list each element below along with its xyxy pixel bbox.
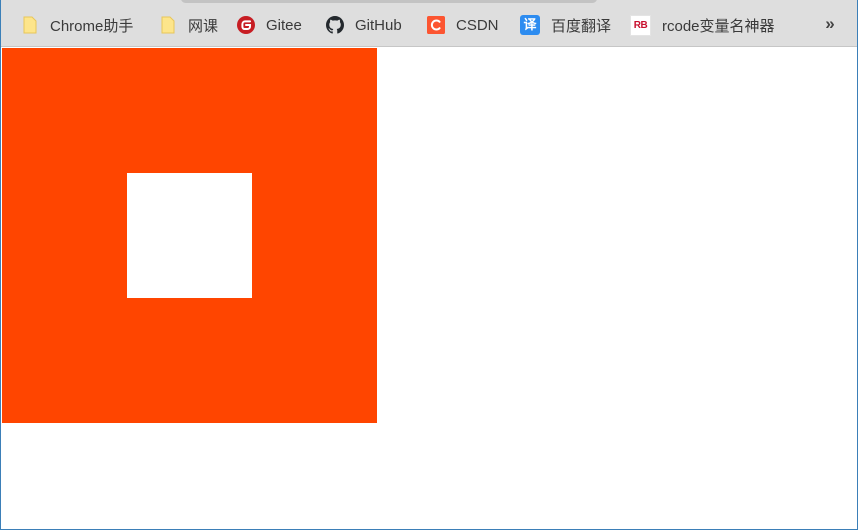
toolbar-edge xyxy=(181,0,597,3)
bookmark-label: 百度翻译 xyxy=(551,17,612,35)
bookmark-label: Gitee xyxy=(266,16,302,34)
bookmark-baidu-translate[interactable]: 译 百度翻译 xyxy=(520,12,611,38)
bookmark-rcode[interactable]: RB rcode变量名神器 xyxy=(630,12,775,38)
page-content xyxy=(1,48,857,529)
bookmark-csdn[interactable]: CSDN xyxy=(427,12,499,38)
github-icon xyxy=(326,16,344,34)
bookmarks-overflow-button[interactable]: » xyxy=(819,12,841,36)
outer-orange-box xyxy=(2,48,377,423)
bookmark-label: GitHub xyxy=(355,16,402,34)
bookmark-label: Chrome助手 xyxy=(50,17,134,35)
bookmark-wangke[interactable]: 网课 xyxy=(159,12,218,38)
inner-white-box xyxy=(127,173,252,298)
gitee-icon xyxy=(237,16,255,34)
bookmark-label: 网课 xyxy=(188,17,219,35)
folder-icon xyxy=(159,16,177,34)
rcode-icon: RB xyxy=(630,14,651,36)
csdn-icon xyxy=(427,16,445,34)
bookmarks-bar: Chrome助手 网课 Gitee GitHub CSDN 译 百度翻译 RB … xyxy=(1,0,857,47)
bookmark-gitee[interactable]: Gitee xyxy=(237,12,302,38)
baidu-translate-icon-text: 译 xyxy=(523,17,537,32)
bookmark-label: CSDN xyxy=(456,16,499,34)
bookmark-chrome-helper[interactable]: Chrome助手 xyxy=(21,12,133,38)
rcode-icon-text: RB xyxy=(633,19,648,31)
folder-icon xyxy=(21,16,39,34)
browser-window: Chrome助手 网课 Gitee GitHub CSDN 译 百度翻译 RB … xyxy=(0,0,858,530)
baidu-translate-icon: 译 xyxy=(520,15,540,35)
bookmark-github[interactable]: GitHub xyxy=(326,12,402,38)
bookmark-label: rcode变量名神器 xyxy=(662,17,775,35)
